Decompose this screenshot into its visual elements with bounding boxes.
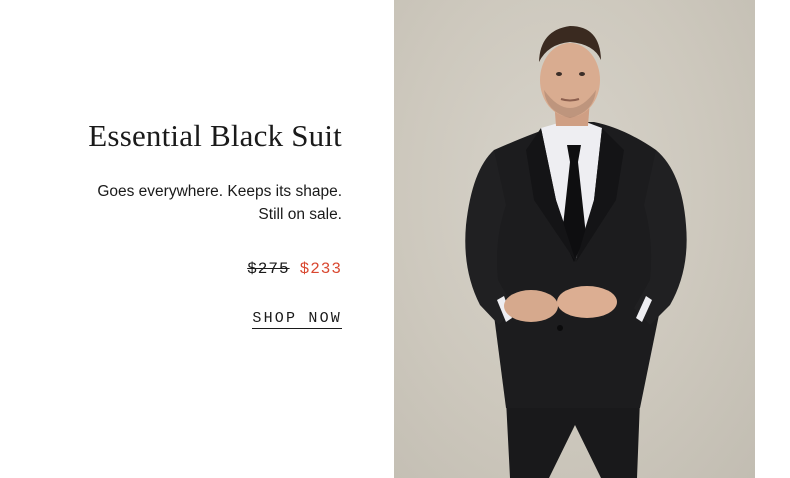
head	[540, 43, 600, 117]
left-eye	[556, 72, 562, 76]
suit-model-illustration	[465, 26, 687, 478]
product-headline: Essential Black Suit	[88, 118, 342, 153]
product-photo[interactable]	[394, 0, 755, 478]
jacket-button	[557, 325, 563, 331]
price-row: $275 $233	[247, 260, 342, 278]
original-price: $275	[247, 260, 290, 278]
right-eye	[579, 72, 585, 76]
left-hand	[504, 290, 558, 322]
sale-price: $233	[299, 260, 342, 278]
tagline-line-1: Goes everywhere. Keeps its shape.	[97, 183, 342, 200]
tagline-line-2: Still on sale.	[258, 206, 342, 223]
promo-copy: Essential Black Suit Goes everywhere. Ke…	[0, 0, 394, 478]
shop-now-link[interactable]: SHOP NOW	[252, 310, 342, 329]
product-tagline: Goes everywhere. Keeps its shape. Still …	[97, 180, 342, 226]
trousers	[506, 400, 640, 478]
right-hand	[557, 286, 617, 318]
